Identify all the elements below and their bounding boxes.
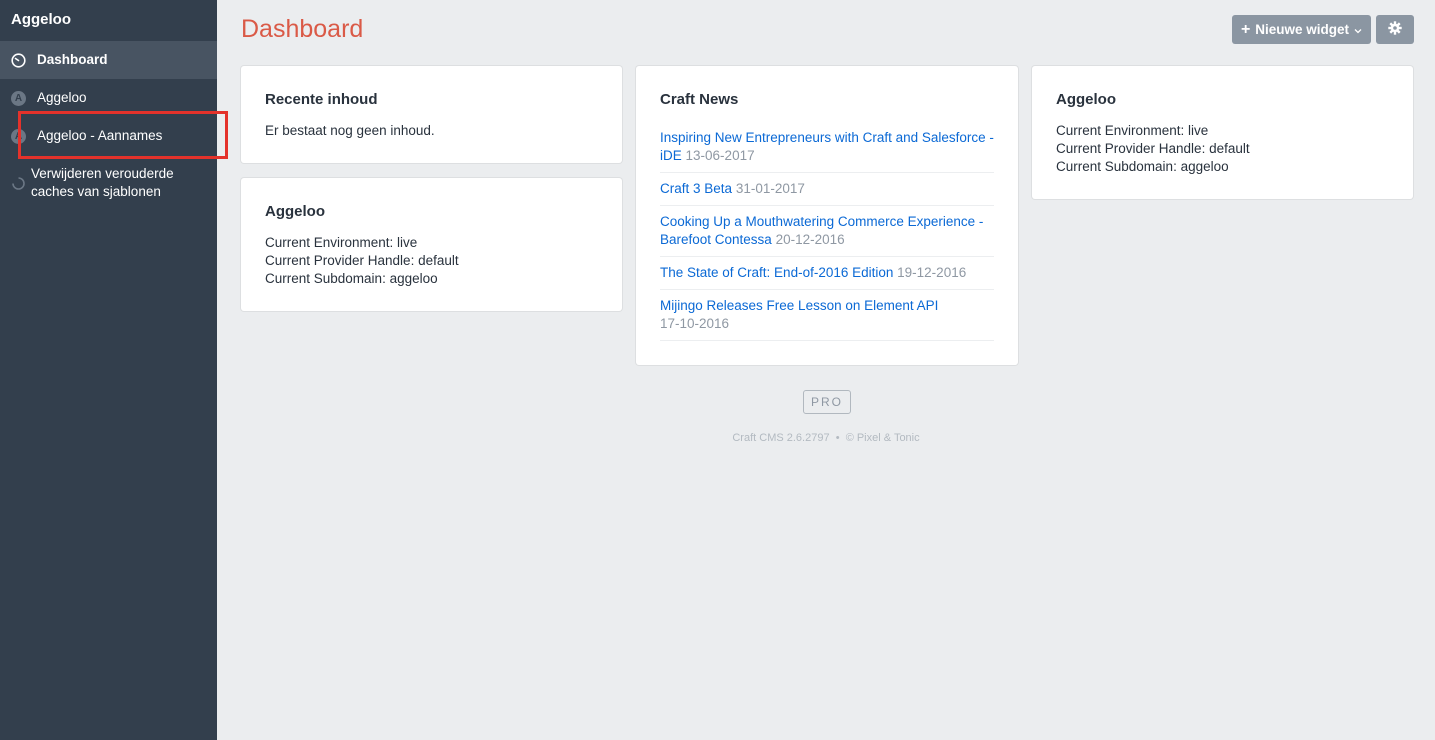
provider-handle-line: Current Provider Handle: default [1056,141,1250,156]
sidebar-item-label: Aggeloo [37,90,87,105]
new-widget-label: Nieuwe widget [1255,22,1350,37]
widget-title: Recente inhoud [265,91,378,108]
news-date: 19-12-2016 [897,265,967,280]
widget-body: Current Environment: live Current Provid… [1056,122,1250,176]
news-item: The State of Craft: End-of-2016 Edition … [660,264,994,290]
plus-icon: + [1240,20,1251,38]
spinner-icon [11,176,26,191]
widget-aggeloo: Aggeloo Current Environment: live Curren… [1032,66,1413,199]
footer-separator: • [835,432,840,444]
sidebar-item-label-line: caches van sjablonen [31,184,161,199]
environment-line: Current Environment: live [265,235,418,250]
news-date: 20-12-2016 [775,232,845,247]
news-date: 31-01-2017 [735,181,805,196]
widget-body: Current Environment: live Current Provid… [265,234,459,288]
widget-title: Aggeloo [1056,91,1116,108]
sidebar-item-label-line: Verwijderen verouderde [31,166,174,181]
news-date: 17-10-2016 [660,316,730,331]
widget-aggeloo: Aggeloo Current Environment: live Curren… [241,178,622,311]
page-title: Dashboard [241,15,364,43]
sidebar-item-label: Verwijderen verouderde caches van sjablo… [31,165,174,201]
provider-handle-line: Current Provider Handle: default [265,253,459,268]
settings-button[interactable] [1376,15,1414,44]
news-link[interactable]: Craft 3 Beta [660,181,732,196]
new-widget-button[interactable]: + Nieuwe widget [1232,15,1371,44]
sidebar-item-dashboard[interactable]: Dashboard [0,41,217,79]
widget-title: Craft News [660,91,739,108]
widget-title: Aggeloo [265,203,325,220]
sidebar-item-label: Aggeloo - Aannames [37,128,163,143]
widget-recent-content: Recente inhoud Er bestaat nog geen inhou… [241,66,622,163]
sidebar: Aggeloo Dashboard A Aggeloo A Aggeloo - … [0,0,228,740]
edition-badge[interactable]: PRO [803,390,851,414]
sidebar-item-clear-caches[interactable]: Verwijderen verouderde caches van sjablo… [0,157,217,203]
widget-craft-news: Craft News Inspiring New Entrepreneurs w… [636,66,1018,365]
sidebar-item-aggeloo-aannames[interactable]: A Aggeloo - Aannames [0,117,217,155]
environment-line: Current Environment: live [1056,123,1209,138]
news-item: Cooking Up a Mouthwatering Commerce Expe… [660,213,994,257]
dashboard-icon [11,53,26,68]
version-text: Craft CMS 2.6.2797 [732,432,830,444]
aggeloo-plugin-icon: A [11,91,26,106]
news-item: Inspiring New Entrepreneurs with Craft a… [660,129,994,173]
news-link[interactable]: The State of Craft: End-of-2016 Edition [660,265,893,280]
subdomain-line: Current Subdomain: aggeloo [265,271,438,286]
news-item: Mijingo Releases Free Lesson on Element … [660,297,994,341]
news-link[interactable]: Mijingo Releases Free Lesson on Element … [660,298,938,313]
news-item: Craft 3 Beta 31-01-2017 [660,180,994,206]
news-date: 13-06-2017 [685,148,755,163]
subdomain-line: Current Subdomain: aggeloo [1056,159,1229,174]
widget-empty-text: Er bestaat nog geen inhoud. [265,123,435,138]
footer: Craft CMS 2.6.2797 • © Pixel & Tonic [0,432,1435,444]
sidebar-item-aggeloo[interactable]: A Aggeloo [0,79,217,117]
aggeloo-plugin-icon: A [11,129,26,144]
site-name[interactable]: Aggeloo [11,11,71,28]
copyright-link[interactable]: © Pixel & Tonic [846,432,920,444]
gear-icon [1388,21,1402,38]
sidebar-item-label: Dashboard [37,52,108,67]
chevron-down-icon [1354,22,1362,37]
